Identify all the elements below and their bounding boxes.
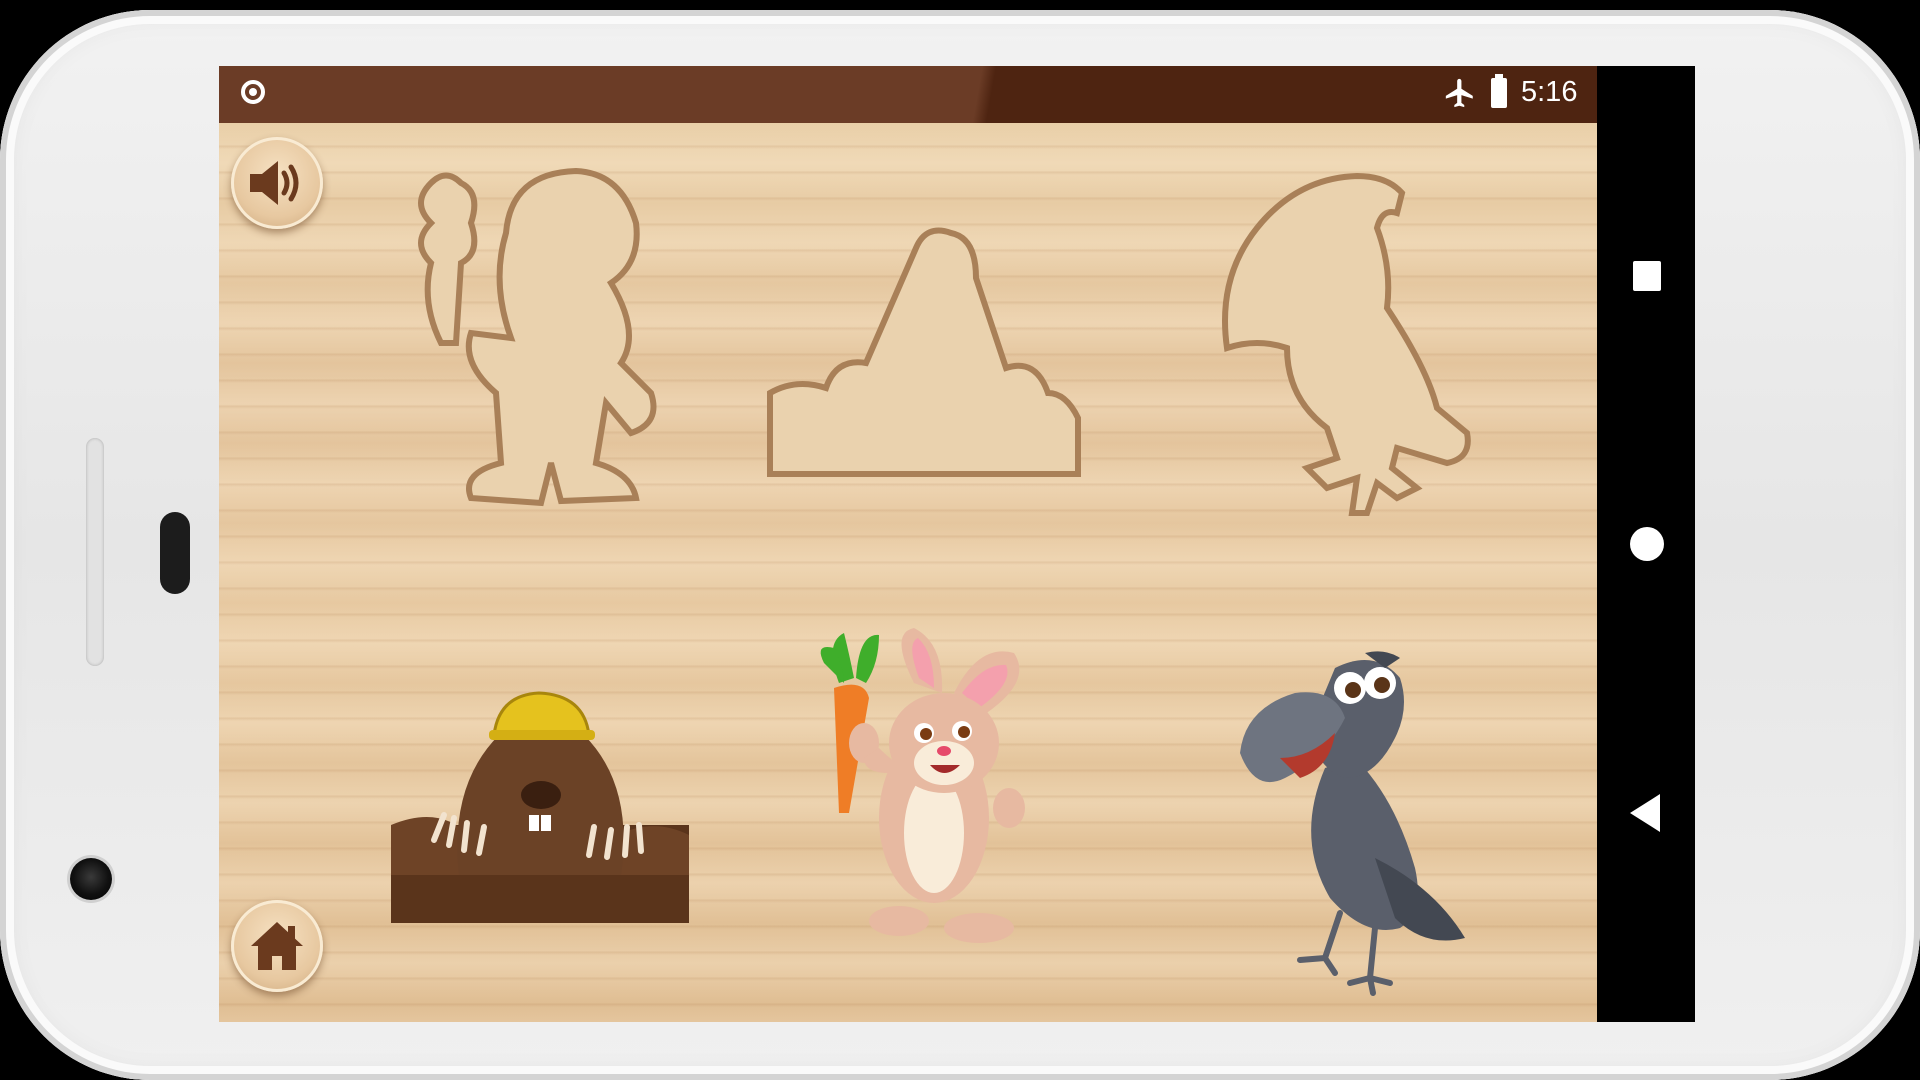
- home-circle-icon[interactable]: [1630, 527, 1664, 561]
- front-camera: [70, 858, 112, 900]
- puzzle-board: [219, 123, 1597, 1022]
- rabbit-silhouette-slot[interactable]: [401, 163, 671, 513]
- mole-hill-silhouette-slot[interactable]: [766, 218, 1082, 480]
- home-button[interactable]: [231, 900, 323, 992]
- status-clock: 5:16: [1521, 76, 1578, 108]
- airplane-mode-icon: [1445, 78, 1473, 108]
- navigation-bar: [1597, 66, 1695, 1022]
- recents-square-icon[interactable]: [1633, 261, 1661, 291]
- status-bar: 5:16: [219, 66, 1597, 123]
- mole-piece[interactable]: [389, 675, 691, 925]
- battery-icon: [1491, 74, 1507, 108]
- proximity-sensor: [160, 512, 190, 594]
- notification-circle-icon: [241, 80, 265, 104]
- crow-silhouette-slot[interactable]: [1217, 168, 1473, 528]
- home-icon: [251, 922, 303, 970]
- back-triangle-icon[interactable]: [1630, 794, 1660, 832]
- sound-button[interactable]: [231, 137, 323, 229]
- speaker-icon: [250, 161, 299, 205]
- device-screen: 5:16: [219, 66, 1695, 1022]
- earpiece-speaker: [86, 438, 104, 666]
- crow-piece[interactable]: [1225, 648, 1475, 998]
- rabbit-piece[interactable]: [794, 623, 1084, 973]
